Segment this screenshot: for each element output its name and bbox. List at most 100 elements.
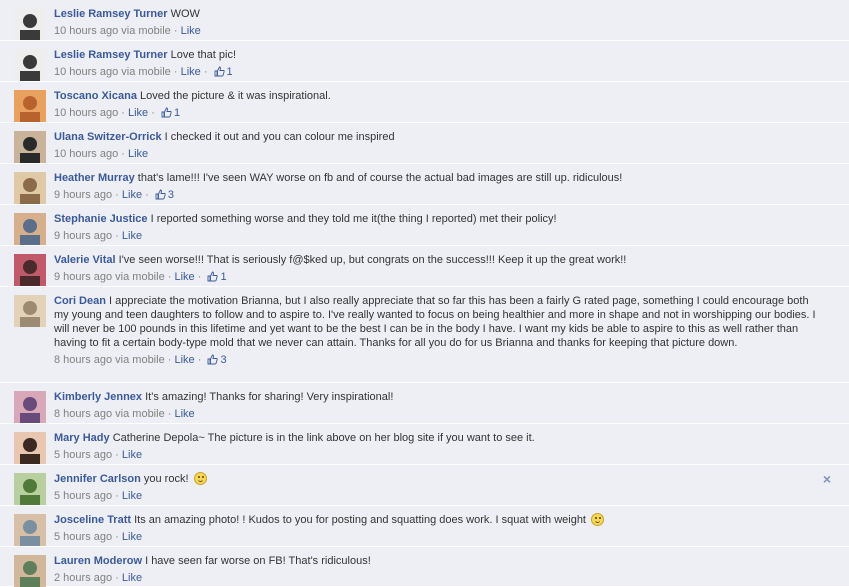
like-link[interactable]: Like bbox=[122, 230, 142, 242]
like-link[interactable]: Like bbox=[181, 66, 201, 78]
smiley-emoticon-icon bbox=[591, 513, 605, 526]
comment-timestamp[interactable]: 10 hours ago bbox=[54, 66, 118, 78]
comment-meta: 5 hours ago · Like bbox=[54, 490, 143, 502]
comment-source: via mobile bbox=[112, 271, 165, 283]
like-count[interactable]: 1 bbox=[207, 271, 227, 283]
like-link[interactable]: Like bbox=[128, 107, 148, 119]
comment-timestamp[interactable]: 10 hours ago bbox=[54, 148, 118, 160]
comment-author[interactable]: Jennifer Carlson bbox=[54, 473, 141, 485]
comment-author[interactable]: Ulana Switzer-Orrick bbox=[54, 131, 162, 143]
comment-author[interactable]: Valerie Vital bbox=[54, 254, 116, 266]
avatar[interactable] bbox=[14, 213, 46, 245]
comment-timestamp[interactable]: 9 hours ago bbox=[54, 189, 112, 201]
like-count-value: 3 bbox=[167, 189, 174, 201]
comment-text: I appreciate the motivation Brianna, but… bbox=[54, 295, 816, 349]
comment-meta: 10 hours ago via mobile · Like bbox=[54, 25, 201, 37]
comment-text: Loved the picture & it was inspirational… bbox=[140, 90, 331, 102]
comment-text: Its an amazing photo! ! Kudos to you for… bbox=[134, 514, 586, 526]
comment-author[interactable]: Kimberly Jennex bbox=[54, 391, 142, 403]
comment-timestamp[interactable]: 10 hours ago bbox=[54, 25, 118, 37]
comment-meta: 8 hours ago via mobile · Like bbox=[54, 408, 195, 420]
comment-author[interactable]: Toscano Xicana bbox=[54, 90, 137, 102]
comment-timestamp[interactable]: 5 hours ago bbox=[54, 531, 112, 543]
thumbs-up-icon bbox=[161, 107, 172, 118]
comment-author[interactable]: Heather Murray bbox=[54, 172, 135, 184]
comment-source: via mobile bbox=[118, 66, 171, 78]
thumbs-up-icon bbox=[207, 354, 219, 365]
comment-meta: 8 hours ago via mobile · Like · 3 bbox=[54, 354, 227, 366]
comment-text: Love that pic! bbox=[170, 49, 237, 61]
comment-author[interactable]: Lauren Moderow bbox=[54, 555, 142, 567]
comment-meta: 10 hours ago · Like · 1 bbox=[54, 107, 181, 119]
like-link[interactable]: Like bbox=[122, 490, 142, 502]
like-link[interactable]: Like bbox=[122, 189, 142, 201]
like-link[interactable]: Like bbox=[181, 25, 201, 37]
like-link[interactable]: Like bbox=[128, 148, 148, 160]
comment-item: Stephanie Justice I reported something w… bbox=[0, 205, 849, 246]
smiley-emoticon-icon bbox=[193, 472, 207, 485]
comment-source: via mobile bbox=[118, 25, 171, 37]
comment-item: Kimberly Jennex It's amazing! Thanks for… bbox=[0, 383, 849, 424]
comment-meta: 10 hours ago via mobile · Like · 1 bbox=[54, 66, 233, 78]
avatar[interactable] bbox=[14, 254, 46, 286]
like-link[interactable]: Like bbox=[122, 449, 142, 461]
comment-author[interactable]: Mary Hady bbox=[54, 432, 110, 444]
comment-timestamp[interactable]: 8 hours ago bbox=[54, 408, 112, 420]
comment-timestamp[interactable]: 9 hours ago bbox=[54, 271, 112, 283]
comment-timestamp[interactable]: 9 hours ago bbox=[54, 230, 112, 242]
comment-meta: 10 hours ago · Like bbox=[54, 148, 149, 160]
comment-item: Josceline Tratt Its an amazing photo! ! … bbox=[0, 506, 849, 547]
like-link[interactable]: Like bbox=[174, 408, 194, 420]
like-count[interactable]: 3 bbox=[207, 354, 227, 366]
avatar[interactable] bbox=[14, 473, 46, 505]
comment-text: I reported something worse and they told… bbox=[150, 213, 557, 225]
thumbs-up-icon bbox=[155, 189, 166, 200]
like-count-value: 1 bbox=[226, 66, 233, 78]
comment-item: Leslie Ramsey Turner Love that pic! 10 h… bbox=[0, 41, 849, 82]
like-link[interactable]: Like bbox=[174, 271, 194, 283]
comment-meta: 9 hours ago · Like · 3 bbox=[54, 189, 174, 201]
avatar[interactable] bbox=[14, 131, 46, 163]
comment-item: Jennifer Carlson you rock! 5 hours ago ·… bbox=[0, 465, 849, 506]
comment-item: Toscano Xicana Loved the picture & it wa… bbox=[0, 82, 849, 123]
comment-timestamp[interactable]: 5 hours ago bbox=[54, 490, 112, 502]
like-link[interactable]: Like bbox=[122, 572, 142, 584]
comment-author[interactable]: Leslie Ramsey Turner bbox=[54, 8, 168, 20]
avatar[interactable] bbox=[14, 90, 46, 122]
comment-text: I checked it out and you can colour me i… bbox=[164, 131, 395, 143]
like-link[interactable]: Like bbox=[122, 531, 142, 543]
comment-source: via mobile bbox=[112, 354, 165, 366]
avatar[interactable] bbox=[14, 295, 46, 327]
comment-timestamp[interactable]: 2 hours ago bbox=[54, 572, 112, 584]
comment-item: Mary Hady Catherine Depola~ The picture … bbox=[0, 424, 849, 465]
like-count-value: 3 bbox=[220, 354, 227, 366]
avatar[interactable] bbox=[14, 391, 46, 423]
avatar[interactable] bbox=[14, 555, 46, 587]
thumbs-up-icon bbox=[214, 66, 225, 77]
comment-meta: 2 hours ago · Like bbox=[54, 572, 143, 584]
comment-text: WOW bbox=[170, 8, 200, 20]
like-count[interactable]: 1 bbox=[214, 66, 233, 78]
thumbs-up-icon bbox=[207, 271, 219, 282]
comment-timestamp[interactable]: 10 hours ago bbox=[54, 107, 118, 119]
comment-item: Leslie Ramsey Turner WOW 10 hours ago vi… bbox=[0, 0, 849, 41]
like-count[interactable]: 1 bbox=[161, 107, 180, 119]
comment-text: I have seen far worse on FB! That's ridi… bbox=[145, 555, 371, 567]
avatar[interactable] bbox=[14, 8, 46, 40]
avatar[interactable] bbox=[14, 514, 46, 546]
comment-timestamp[interactable]: 8 hours ago bbox=[54, 354, 112, 366]
comment-author[interactable]: Stephanie Justice bbox=[54, 213, 148, 225]
comment-item: Valerie Vital I've seen worse!!! That is… bbox=[0, 246, 849, 287]
comment-item: Heather Murray that's lame!!! I've seen … bbox=[0, 164, 849, 205]
comment-timestamp[interactable]: 5 hours ago bbox=[54, 449, 112, 461]
comment-meta: 5 hours ago · Like bbox=[54, 531, 143, 543]
like-link[interactable]: Like bbox=[174, 354, 194, 366]
remove-comment-icon[interactable]: × bbox=[823, 471, 831, 487]
avatar[interactable] bbox=[14, 172, 46, 204]
like-count[interactable]: 3 bbox=[155, 189, 174, 201]
comment-author[interactable]: Leslie Ramsey Turner bbox=[54, 49, 168, 61]
comment-author[interactable]: Cori Dean bbox=[54, 295, 106, 307]
comment-author[interactable]: Josceline Tratt bbox=[54, 514, 131, 526]
avatar[interactable] bbox=[14, 432, 46, 464]
avatar[interactable] bbox=[14, 49, 46, 81]
